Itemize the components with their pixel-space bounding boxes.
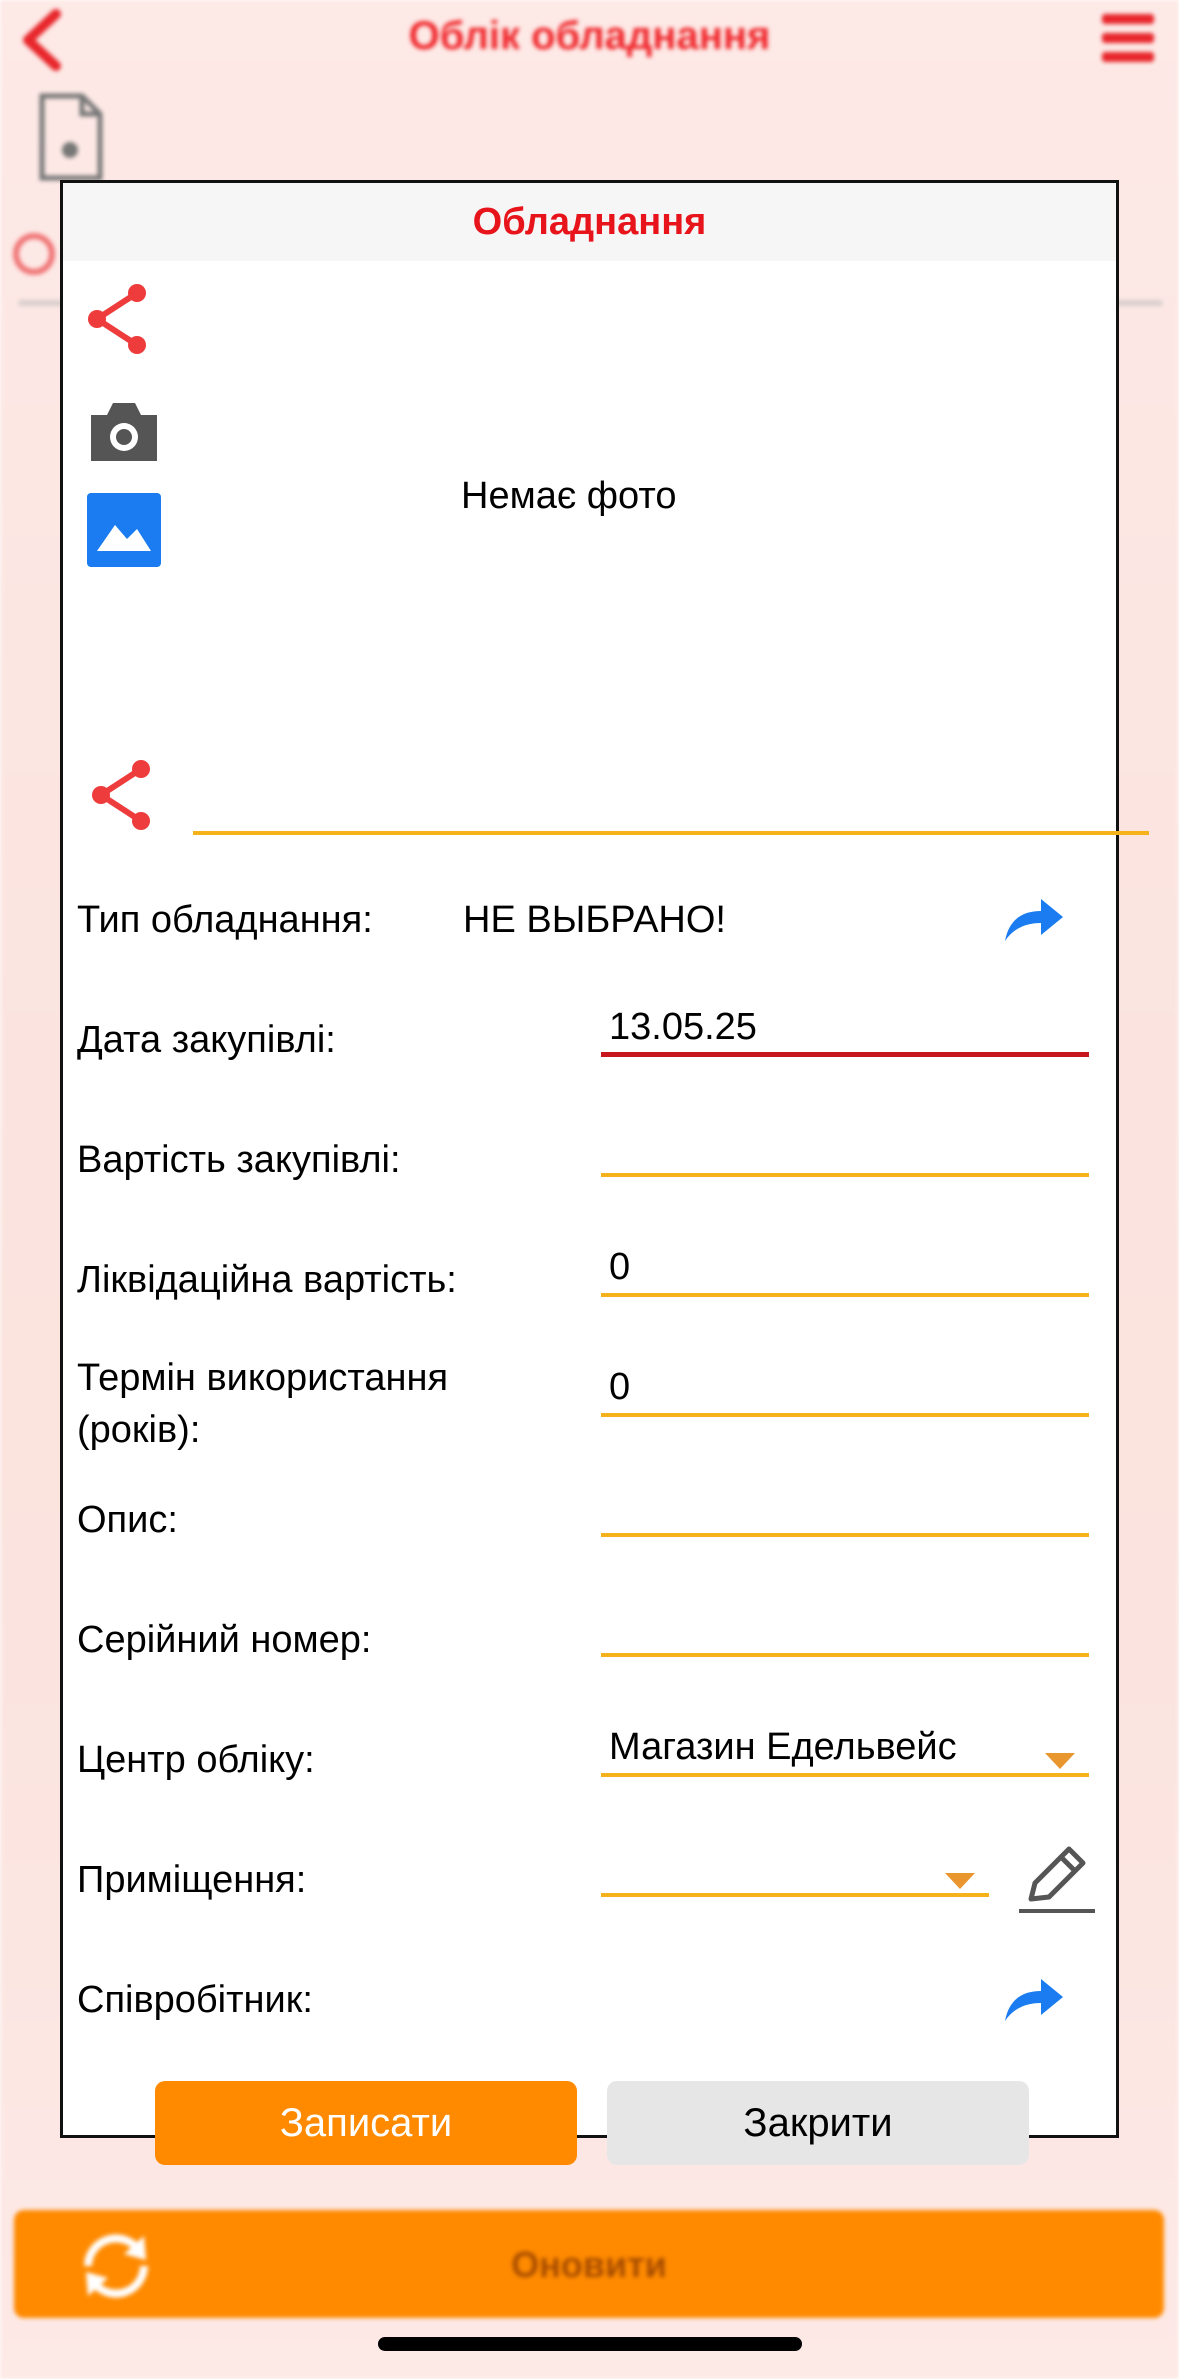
share-icon[interactable] [85,281,149,357]
liquidation-value-label: Ліквідаційна вартість: [77,1259,457,1301]
chevron-down-icon[interactable] [1045,1753,1075,1769]
accounting-center-select[interactable]: Магазин Едельвейс [601,1721,1089,1777]
pencil-icon[interactable] [1017,1843,1097,1915]
forward-arrow-icon[interactable] [1001,1973,1065,2025]
share-link-icon[interactable] [89,757,153,833]
close-button[interactable]: Закрити [607,2081,1029,2165]
forward-arrow-icon[interactable] [1001,893,1065,945]
equipment-type-value[interactable]: НЕ ВЫБРАНО! [463,899,726,942]
purchase-date-label: Дата закупівлі: [77,1019,336,1061]
usage-term-input[interactable]: 0 [601,1361,1089,1417]
room-select[interactable] [601,1841,989,1897]
no-photo-text: Немає фото [461,475,677,517]
hamburger-menu-icon[interactable] [1098,8,1158,68]
camera-icon[interactable] [87,399,161,465]
accounting-center-label: Центр обліку: [77,1739,315,1781]
purchase-date-input[interactable]: 13.05.25 [601,1001,1089,1057]
document-icon[interactable] [36,92,106,182]
serial-number-label: Серійний номер: [77,1619,372,1661]
description-label: Опис: [77,1499,178,1541]
accounting-center-value: Магазин Едельвейс [609,1726,957,1768]
usage-term-label-line2: (років): [77,1409,201,1451]
employee-label: Співробітник: [77,1979,313,2021]
purchase-cost-input[interactable] [601,1121,1089,1177]
app-title: Облік обладнання [408,14,771,58]
dialog-title: Обладнання [472,201,707,243]
save-button[interactable]: Записати [155,2081,577,2165]
chevron-down-icon[interactable] [945,1873,975,1889]
serial-number-input[interactable] [601,1601,1089,1657]
gallery-image-icon[interactable] [87,493,161,567]
usage-term-label-line1: Термін використання [77,1357,449,1399]
home-indicator [378,2337,802,2351]
liquidation-value-input[interactable]: 0 [601,1241,1089,1297]
share-link-input[interactable] [193,779,1149,835]
description-input[interactable] [601,1481,1089,1537]
refresh-label: Оновити [511,2244,667,2285]
dialog-header: Обладнання [63,183,1116,261]
equipment-type-label: Тип обладнання: [77,899,373,941]
purchase-cost-label: Вартість закупівлі: [77,1139,401,1181]
room-label: Приміщення: [77,1859,307,1901]
equipment-dialog: Обладнання Немає фото Тип обладнання: НЕ… [60,180,1149,2165]
